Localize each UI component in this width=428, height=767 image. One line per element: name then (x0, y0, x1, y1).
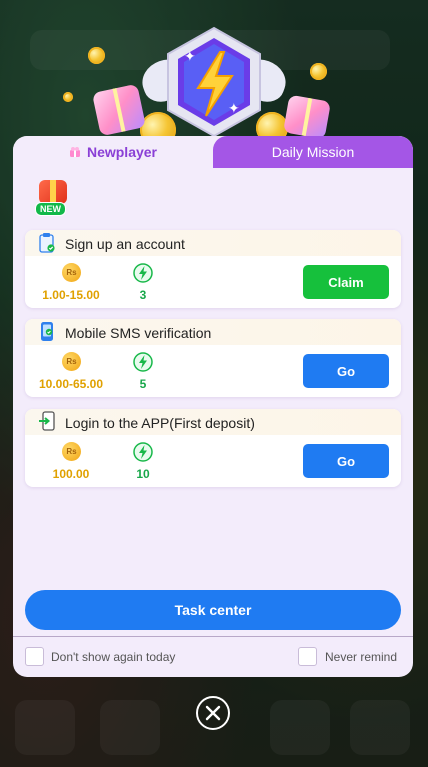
never-remind-checkbox[interactable] (298, 647, 317, 666)
login-device-icon (39, 411, 55, 431)
energy-count: 10 (136, 467, 150, 481)
go-button[interactable]: Go (303, 354, 389, 388)
tab-newplayer-label: Newplayer (86, 144, 158, 160)
divider (13, 636, 413, 637)
reward-amount: 1.00-15.00 (42, 288, 100, 302)
energy-bolt-icon (133, 263, 153, 283)
close-icon (205, 705, 221, 721)
close-button[interactable] (196, 696, 230, 730)
reward-amount: 10.00-65.00 (38, 377, 104, 391)
newplayer-modal: Newplayer Daily Mission NEW Sign up an a… (13, 136, 413, 677)
task-card-login-deposit: Login to the APP(First deposit) Rs 100.0… (25, 409, 401, 487)
task-title: Mobile SMS verification (65, 325, 212, 341)
energy-count: 5 (139, 377, 147, 391)
task-center-button[interactable]: Task center (25, 590, 401, 630)
tab-bar: Newplayer Daily Mission (13, 136, 413, 168)
gift-box-icon (39, 180, 67, 204)
dont-show-today-checkbox[interactable] (25, 647, 44, 666)
go-button[interactable]: Go (303, 444, 389, 478)
task-title: Login to the APP(First deposit) (65, 415, 255, 431)
task-card-sms: Mobile SMS verification Rs 10.00-65.00 5… (25, 319, 401, 397)
new-label: NEW (35, 202, 66, 216)
task-title: Sign up an account (65, 236, 185, 252)
tab-newplayer[interactable]: Newplayer (13, 136, 213, 168)
reward-amount: 100.00 (52, 467, 90, 481)
clipboard-check-icon (39, 233, 55, 253)
rupee-coin-icon: Rs (62, 263, 81, 282)
rupee-coin-icon: Rs (62, 352, 81, 371)
phone-icon (41, 322, 53, 341)
rupee-coin-icon: Rs (62, 442, 81, 461)
tab-daily-mission-label: Daily Mission (271, 144, 355, 160)
energy-count: 3 (139, 288, 147, 302)
tab-daily-mission[interactable]: Daily Mission (213, 136, 413, 168)
gift-icon (69, 147, 80, 157)
never-remind-label: Never remind (325, 650, 398, 664)
dont-show-today-label: Don't show again today (51, 650, 176, 664)
task-card-signup: Sign up an account Rs 1.00-15.00 3 Claim (25, 230, 401, 308)
new-gift-badge: NEW (33, 178, 75, 218)
energy-bolt-icon (133, 442, 153, 462)
energy-bolt-icon (133, 352, 153, 372)
claim-button[interactable]: Claim (303, 265, 389, 299)
